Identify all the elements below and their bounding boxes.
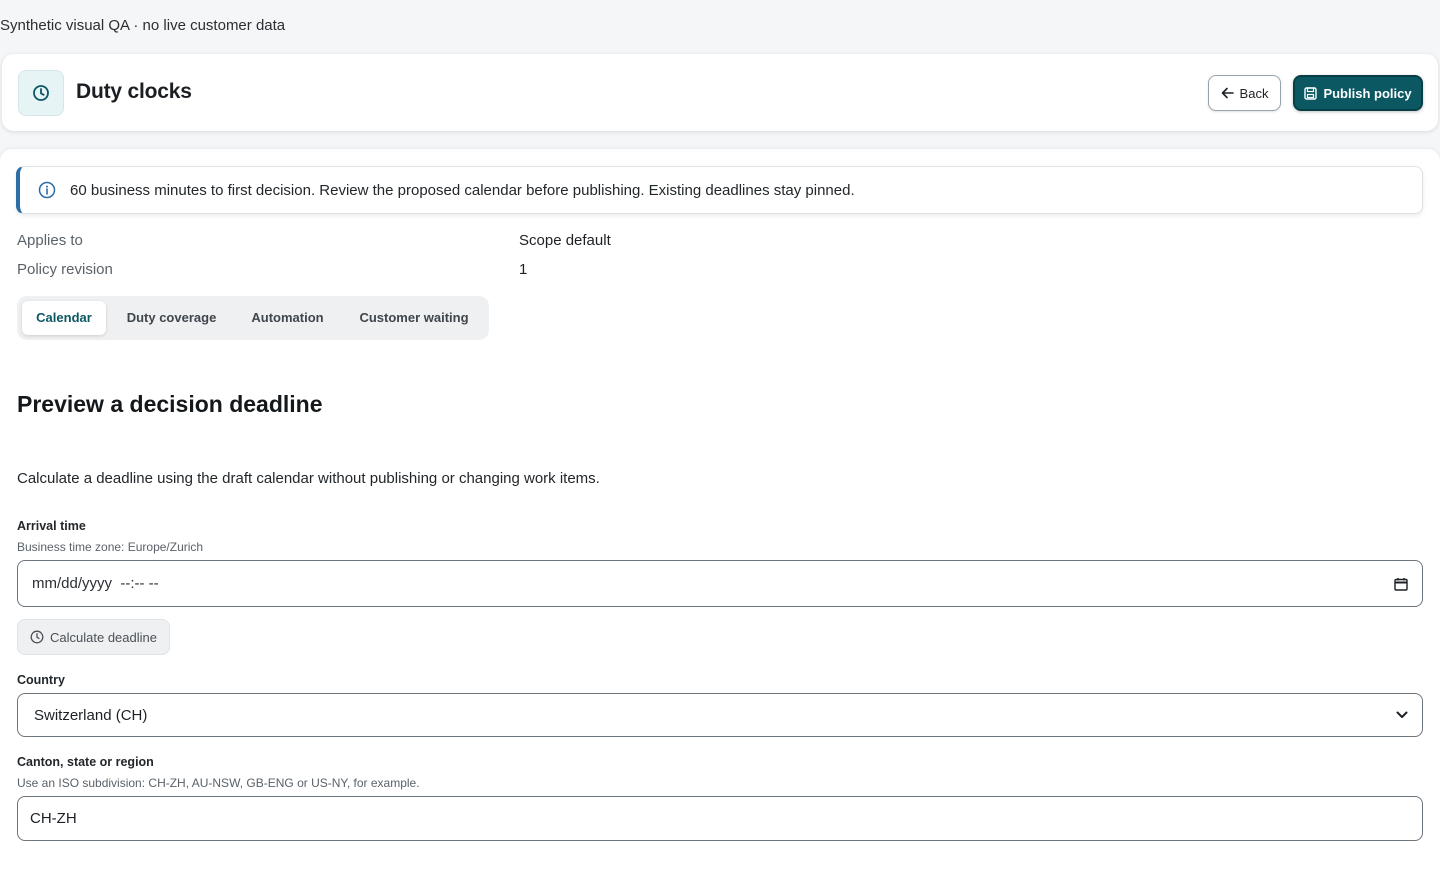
- tab-automation[interactable]: Automation: [237, 301, 338, 335]
- country-select-value: Switzerland (CH): [34, 706, 148, 724]
- info-icon: [38, 181, 56, 199]
- tab-duty-coverage[interactable]: Duty coverage: [112, 301, 231, 335]
- clock-icon: [30, 630, 44, 644]
- applies-to-label: Applies to: [17, 232, 83, 249]
- country-label: Country: [17, 673, 65, 687]
- section-description: Calculate a deadline using the draft cal…: [17, 470, 600, 487]
- arrival-time-help: Business time zone: Europe/Zurich: [17, 540, 204, 554]
- calculate-deadline-button[interactable]: Calculate deadline: [17, 619, 170, 655]
- arrival-time-input[interactable]: mm/dd/yyyy --:-- --: [17, 560, 1423, 607]
- synthetic-data-note: Synthetic visual QA · no live customer d…: [0, 17, 286, 34]
- chevron-down-icon: [1396, 711, 1408, 719]
- arrival-time-label: Arrival time: [17, 519, 86, 533]
- app-logo: [18, 70, 64, 116]
- region-input-value: CH-ZH: [30, 810, 77, 827]
- arrival-time-placeholder: mm/dd/yyyy --:-- --: [32, 575, 159, 592]
- page-title: Duty clocks: [76, 80, 192, 103]
- publish-policy-button[interactable]: Publish policy: [1293, 75, 1423, 111]
- back-button-label: Back: [1239, 85, 1269, 101]
- save-icon: [1304, 86, 1318, 100]
- tab-bar: Calendar Duty coverage Automation Custom…: [17, 296, 489, 340]
- applies-to-value: Scope default: [519, 232, 611, 249]
- calendar-icon[interactable]: [1394, 577, 1408, 591]
- back-button[interactable]: Back: [1208, 75, 1281, 111]
- policy-revision-value: 1: [519, 261, 528, 278]
- country-select[interactable]: Switzerland (CH): [17, 693, 1423, 737]
- info-banner: 60 business minutes to first decision. R…: [16, 166, 1423, 214]
- region-input[interactable]: CH-ZH: [17, 796, 1423, 841]
- info-banner-text: 60 business minutes to first decision. R…: [70, 181, 855, 199]
- tab-customer-waiting[interactable]: Customer waiting: [344, 301, 484, 335]
- region-help: Use an ISO subdivision: CH-ZH, AU-NSW, G…: [17, 776, 420, 790]
- app-header: Duty clocks Back Publish policy: [2, 54, 1438, 131]
- section-title: Preview a decision deadline: [17, 391, 323, 417]
- main-panel: 60 business minutes to first decision. R…: [0, 149, 1440, 869]
- arrow-left-icon: [1221, 87, 1234, 99]
- region-label: Canton, state or region: [17, 755, 154, 769]
- tab-calendar[interactable]: Calendar: [22, 301, 106, 335]
- clock-icon: [32, 84, 50, 102]
- publish-button-label: Publish policy: [1323, 85, 1412, 101]
- policy-revision-label: Policy revision: [17, 261, 113, 278]
- calculate-deadline-label: Calculate deadline: [50, 629, 157, 645]
